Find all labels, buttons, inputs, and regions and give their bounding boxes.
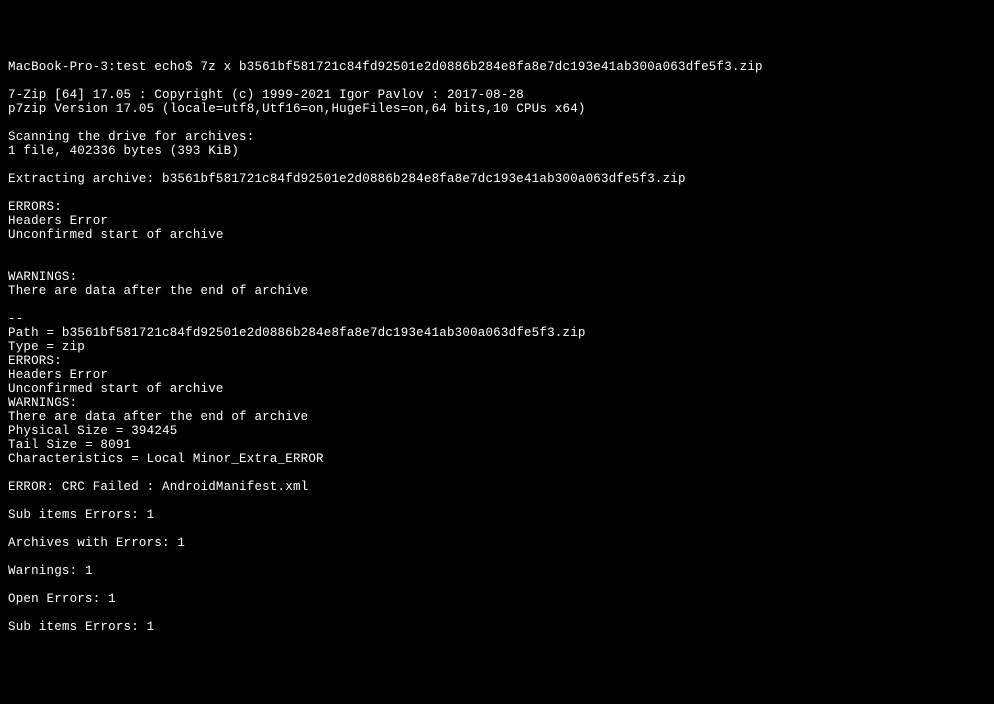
output-line [8,298,986,312]
output-line: Extracting archive: b3561bf581721c84fd92… [8,172,986,186]
output-line [8,466,986,480]
output-line: ERRORS: [8,200,986,214]
output-line [8,116,986,130]
output-line [8,74,986,88]
output-line: ERROR: CRC Failed : AndroidManifest.xml [8,480,986,494]
output-line: WARNINGS: [8,396,986,410]
output-line: 1 file, 402336 bytes (393 KiB) [8,144,986,158]
command-text: 7z x b3561bf581721c84fd92501e2d0886b284e… [201,60,763,74]
output-line: Headers Error [8,368,986,382]
output-line [8,242,986,256]
output-line: Headers Error [8,214,986,228]
output-line: There are data after the end of archive [8,410,986,424]
output-line: Path = b3561bf581721c84fd92501e2d0886b28… [8,326,986,340]
output-line: Scanning the drive for archives: [8,130,986,144]
output-line [8,186,986,200]
output-line: p7zip Version 17.05 (locale=utf8,Utf16=o… [8,102,986,116]
output-line: Unconfirmed start of archive [8,382,986,396]
prompt-text: MacBook-Pro-3:test echo$ [8,60,201,74]
output-line: Archives with Errors: 1 [8,536,986,550]
output-line: Warnings: 1 [8,564,986,578]
output-line [8,158,986,172]
output-line: WARNINGS: [8,270,986,284]
output-line: There are data after the end of archive [8,284,986,298]
output-line [8,606,986,620]
output-line: Unconfirmed start of archive [8,228,986,242]
output-line [8,494,986,508]
command-line: MacBook-Pro-3:test echo$ 7z x b3561bf581… [8,60,986,74]
output-line: Open Errors: 1 [8,592,986,606]
output-line [8,550,986,564]
output-line: Sub items Errors: 1 [8,508,986,522]
output-line [8,578,986,592]
output-line: Type = zip [8,340,986,354]
output-line: -- [8,312,986,326]
output-line: Sub items Errors: 1 [8,620,986,634]
output-line: Physical Size = 394245 [8,424,986,438]
output-line: Tail Size = 8091 [8,438,986,452]
output-line [8,522,986,536]
output-line: Characteristics = Local Minor_Extra_ERRO… [8,452,986,466]
terminal-output[interactable]: MacBook-Pro-3:test echo$ 7z x b3561bf581… [8,60,986,634]
output-line: 7-Zip [64] 17.05 : Copyright (c) 1999-20… [8,88,986,102]
output-line: ERRORS: [8,354,986,368]
output-line [8,256,986,270]
